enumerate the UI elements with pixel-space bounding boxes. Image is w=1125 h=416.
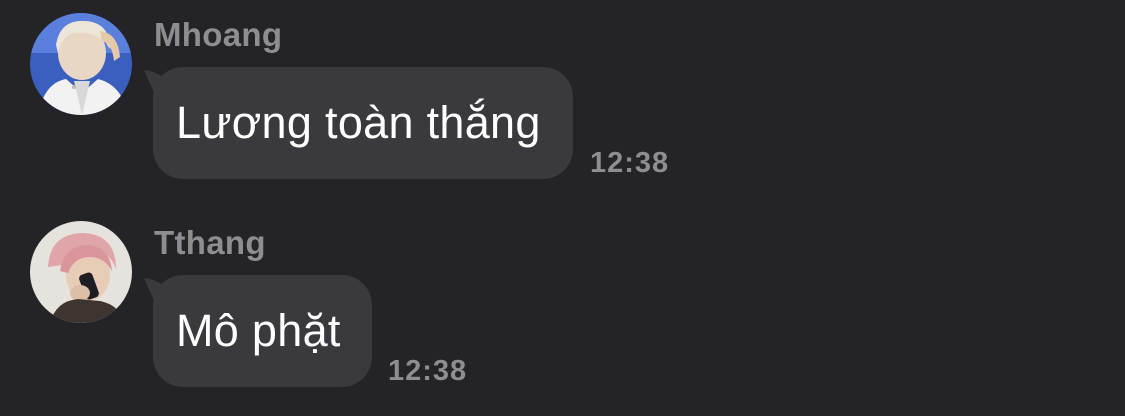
message-row: Mhoang Lương toàn thắng 12:38 — [0, 0, 1125, 200]
message-row: Tthang Mô phặt 12:38 — [0, 208, 1125, 416]
avatar-image — [30, 221, 132, 323]
message-timestamp: 12:38 — [590, 147, 670, 179]
message-text: Lương toàn thắng — [176, 97, 541, 148]
sender-name: Mhoang — [154, 16, 283, 53]
avatar[interactable] — [30, 221, 132, 323]
avatar[interactable] — [30, 13, 132, 115]
message-timestamp: 12:38 — [388, 355, 468, 387]
avatar-image — [30, 13, 132, 115]
sender-name: Tthang — [154, 224, 266, 261]
message-text: Mô phặt — [176, 305, 341, 356]
message-bubble[interactable]: Lương toàn thắng — [153, 67, 573, 179]
message-bubble[interactable]: Mô phặt — [153, 275, 372, 387]
